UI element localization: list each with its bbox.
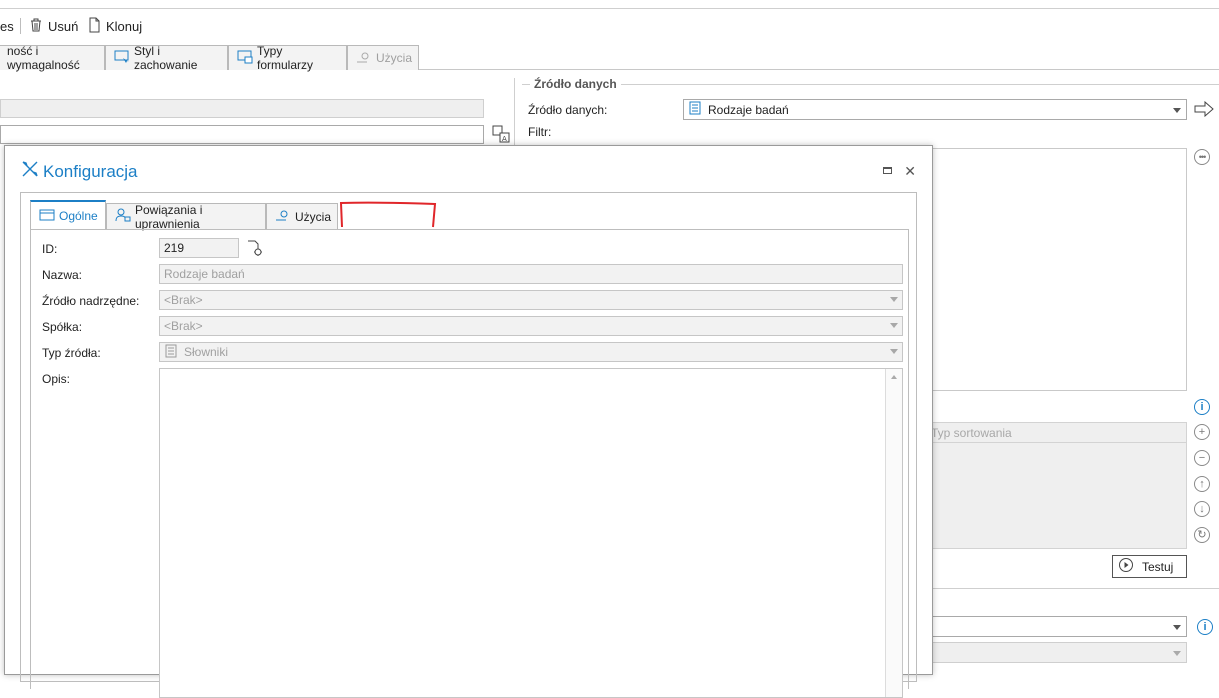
- list-document-icon: [688, 101, 702, 118]
- move-down-icon[interactable]: ↓: [1193, 500, 1211, 518]
- chevron-down-icon: [1173, 108, 1181, 113]
- tab-form-types[interactable]: Typy formularzy: [228, 44, 347, 72]
- tab-general-label: Ogólne: [59, 209, 98, 223]
- datasource-group-line: [522, 84, 1219, 85]
- filter-label: Filtr:: [528, 125, 552, 139]
- clone-label: Klonuj: [106, 18, 143, 34]
- description-textarea[interactable]: [159, 368, 903, 698]
- document-icon: [86, 17, 102, 36]
- tools-icon: [21, 160, 39, 183]
- svg-text:A: A: [502, 135, 507, 143]
- tab-usages[interactable]: Użycia: [347, 45, 419, 70]
- chevron-down-icon: [890, 349, 898, 354]
- arrow-right-icon[interactable]: [1194, 100, 1214, 118]
- test-button[interactable]: Testuj: [1112, 555, 1187, 578]
- clone-button[interactable]: Klonuj: [86, 17, 142, 35]
- gear-hand-icon: [356, 50, 372, 67]
- tab-dialog-usages-label: Użycia: [295, 209, 332, 224]
- user-lock-icon: [115, 208, 131, 225]
- toolbar-separator: [20, 18, 21, 34]
- tab-usages-label: Użycia: [376, 51, 413, 65]
- list-document-icon: [164, 344, 178, 361]
- sort-type-header: Typ sortowania: [921, 423, 1186, 443]
- red-annotation-mark: [339, 201, 437, 228]
- dialog-title-text: Konfiguracja: [43, 161, 138, 181]
- dialog-controls: ✕: [883, 163, 916, 180]
- add-circle-icon[interactable]: +: [1193, 423, 1211, 441]
- id-field: 219: [159, 238, 239, 258]
- play-circle-icon: [1118, 557, 1134, 576]
- parent-source-select: <Brak>: [159, 290, 903, 310]
- delete-button[interactable]: Usuń: [28, 17, 78, 35]
- chevron-down-icon: [1173, 625, 1181, 630]
- configuration-dialog: Konfiguracja ✕ Ogólne Powiązania i upraw…: [4, 145, 933, 698]
- parent-source-label: Źródło nadrzędne:: [42, 294, 140, 308]
- company-value: <Brak>: [164, 319, 203, 333]
- chevron-down-icon: [1173, 651, 1181, 656]
- chevron-down-icon: [890, 323, 898, 328]
- general-tab-panel: ID: 219 Nazwa: Rodzaje badań Źródło nadr…: [30, 229, 909, 698]
- id-label: ID:: [42, 242, 58, 256]
- info-circle-icon[interactable]: i: [1196, 618, 1214, 636]
- toolbar-partial-label: es: [0, 18, 14, 34]
- tab-form-types-label: Typy formularzy: [257, 44, 314, 72]
- chevron-down-icon: [890, 297, 898, 302]
- source-type-value: Słowniki: [184, 345, 229, 359]
- source-type-label: Typ źródła:: [42, 346, 101, 360]
- parent-source-value: <Brak>: [164, 293, 203, 307]
- close-icon[interactable]: ✕: [904, 163, 916, 180]
- description-scrollbar[interactable]: [885, 369, 902, 697]
- toolbar-partial-item[interactable]: es: [0, 17, 14, 35]
- tab-style[interactable]: Styl i zachowanie: [105, 44, 228, 72]
- datasource-value: Rodzaje badań: [708, 102, 789, 117]
- tab-required-label: ność i wymagalność: [7, 44, 80, 72]
- maximize-icon[interactable]: [883, 167, 893, 174]
- filter-textarea[interactable]: [920, 148, 1187, 391]
- datasource-label: Źródło danych:: [528, 103, 608, 117]
- ellipsis-circle-icon[interactable]: •••: [1193, 148, 1211, 166]
- tab-required[interactable]: ność i wymagalność: [0, 44, 105, 72]
- tab-style-label: Styl i zachowanie: [134, 44, 198, 72]
- company-select: <Brak>: [159, 316, 903, 336]
- tab-dialog-usages[interactable]: Użycia: [266, 203, 338, 229]
- info-circle-icon[interactable]: i: [1193, 398, 1211, 416]
- scroll-up-icon[interactable]: [891, 375, 897, 379]
- description-label: Opis:: [42, 372, 71, 386]
- delete-label: Usuń: [48, 18, 79, 34]
- tab-relations[interactable]: Powiązania i uprawnienia: [106, 202, 266, 231]
- name-label: Nazwa:: [42, 268, 83, 282]
- style-icon: [114, 50, 130, 67]
- form-types-icon: [237, 50, 253, 67]
- section-divider: [920, 588, 1219, 589]
- gear-hand-icon: [275, 208, 291, 225]
- source-type-select: Słowniki: [159, 342, 903, 362]
- move-up-icon[interactable]: ↑: [1193, 475, 1211, 493]
- name-field: Rodzaje badań: [159, 264, 903, 284]
- dialog-title: Konfiguracja: [21, 160, 138, 183]
- id-settings-icon[interactable]: [246, 239, 264, 260]
- remove-circle-icon[interactable]: −: [1193, 449, 1211, 467]
- bg-readonly-field: [0, 99, 484, 118]
- toolbar-top-border: [0, 8, 1219, 9]
- tab-general[interactable]: Ogólne: [30, 200, 106, 230]
- window-icon: [39, 208, 55, 225]
- sort-list[interactable]: Typ sortowania: [920, 422, 1187, 549]
- trash-icon: [28, 17, 44, 36]
- refresh-circle-icon[interactable]: ↻: [1193, 526, 1211, 544]
- translate-icon[interactable]: A: [492, 125, 510, 143]
- datasource-select[interactable]: Rodzaje badań: [683, 99, 1187, 120]
- test-button-label: Testuj: [1142, 559, 1174, 574]
- bg-text-field[interactable]: [0, 125, 484, 144]
- datasource-group-title: Źródło danych: [530, 77, 621, 91]
- bottom-select-disabled: [920, 642, 1187, 663]
- tab-relations-label: Powiązania i uprawnienia: [135, 202, 203, 231]
- bottom-select[interactable]: [920, 616, 1187, 637]
- company-label: Spółka:: [42, 320, 83, 334]
- dialog-body: Ogólne Powiązania i uprawnienia Użycia I…: [20, 192, 917, 698]
